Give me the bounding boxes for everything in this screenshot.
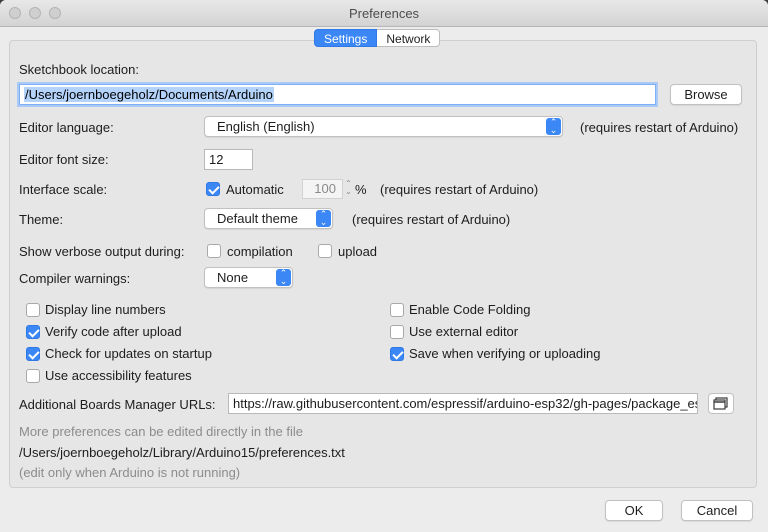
- interface-scale-label: Interface scale:: [19, 182, 108, 197]
- scale-percent-input[interactable]: 100: [302, 179, 343, 199]
- boards-urls-input[interactable]: https://raw.githubusercontent.com/espres…: [228, 393, 698, 414]
- editor-font-size-label: Editor font size:: [19, 152, 109, 167]
- compiler-warnings-label: Compiler warnings:: [19, 271, 131, 286]
- interface-scale-note: (requires restart of Arduino): [380, 182, 539, 197]
- title-bar: Preferences: [0, 0, 768, 27]
- sketchbook-input[interactable]: /Users/joernboegeholz/Documents/Arduino: [19, 84, 656, 105]
- scale-percent-unit: %: [355, 182, 367, 197]
- chevron-updown-icon: ⌃ ⌄: [546, 118, 561, 135]
- display-line-numbers-checkbox[interactable]: [26, 303, 40, 317]
- compilation-label: compilation: [227, 244, 293, 259]
- boards-urls-label: Additional Boards Manager URLs:: [19, 397, 216, 412]
- settings-panel: [9, 40, 757, 488]
- preferences-window: Preferences Settings Network Sketchbook …: [0, 0, 768, 532]
- save-when-verifying-checkbox[interactable]: [390, 347, 404, 361]
- chevron-updown-icon: ⌃ ⌄: [316, 210, 331, 227]
- upload-label: upload: [338, 244, 378, 259]
- edit-note: (edit only when Arduino is not running): [19, 465, 241, 480]
- verify-after-upload-checkbox[interactable]: [26, 325, 40, 339]
- theme-label: Theme:: [19, 212, 64, 227]
- window-title: Preferences: [348, 6, 420, 21]
- ok-button[interactable]: OK: [605, 500, 663, 521]
- verify-after-upload-label: Verify code after upload: [45, 324, 182, 339]
- tab-network[interactable]: Network: [377, 29, 441, 47]
- boards-urls-edit-button[interactable]: [708, 393, 734, 414]
- verbose-label: Show verbose output during:: [19, 244, 185, 259]
- code-folding-label: Enable Code Folding: [409, 302, 531, 317]
- editor-language-label: Editor language:: [19, 120, 114, 135]
- upload-checkbox[interactable]: [318, 244, 332, 258]
- chevron-updown-icon: ⌃ ⌄: [276, 269, 291, 286]
- external-editor-checkbox[interactable]: [390, 325, 404, 339]
- window-icon: [713, 397, 728, 410]
- sketchbook-label: Sketchbook location:: [19, 62, 139, 77]
- editor-language-select[interactable]: English (English) ⌃ ⌄: [204, 116, 563, 137]
- editor-language-note: (requires restart of Arduino): [580, 120, 739, 135]
- code-folding-checkbox[interactable]: [390, 303, 404, 317]
- browse-button[interactable]: Browse: [670, 84, 742, 105]
- theme-value: Default theme: [217, 211, 298, 226]
- stepper-icon[interactable]: ⌃ ⌄: [344, 180, 353, 198]
- more-preferences-note: More preferences can be edited directly …: [19, 424, 303, 439]
- theme-note: (requires restart of Arduino): [352, 212, 511, 227]
- accessibility-checkbox[interactable]: [26, 369, 40, 383]
- check-updates-label: Check for updates on startup: [45, 346, 212, 361]
- display-line-numbers-label: Display line numbers: [45, 302, 166, 317]
- preferences-path: /Users/joernboegeholz/Library/Arduino15/…: [19, 445, 345, 460]
- automatic-checkbox[interactable]: [206, 182, 220, 196]
- editor-font-size-input[interactable]: 12: [204, 149, 253, 170]
- external-editor-label: Use external editor: [409, 324, 519, 339]
- save-when-verifying-label: Save when verifying or uploading: [409, 346, 601, 361]
- tab-bar: Settings Network: [314, 29, 441, 47]
- check-updates-checkbox[interactable]: [26, 347, 40, 361]
- theme-select[interactable]: Default theme ⌃ ⌄: [204, 208, 333, 229]
- compiler-warnings-value: None: [217, 270, 249, 285]
- automatic-label: Automatic: [226, 182, 284, 197]
- compiler-warnings-select[interactable]: None ⌃ ⌄: [204, 267, 293, 288]
- editor-language-value: English (English): [217, 119, 315, 134]
- compilation-checkbox[interactable]: [207, 244, 221, 258]
- sketchbook-path: /Users/joernboegeholz/Documents/Arduino: [24, 87, 274, 102]
- cancel-button[interactable]: Cancel: [681, 500, 753, 521]
- tab-settings[interactable]: Settings: [314, 29, 378, 47]
- accessibility-label: Use accessibility features: [45, 368, 192, 383]
